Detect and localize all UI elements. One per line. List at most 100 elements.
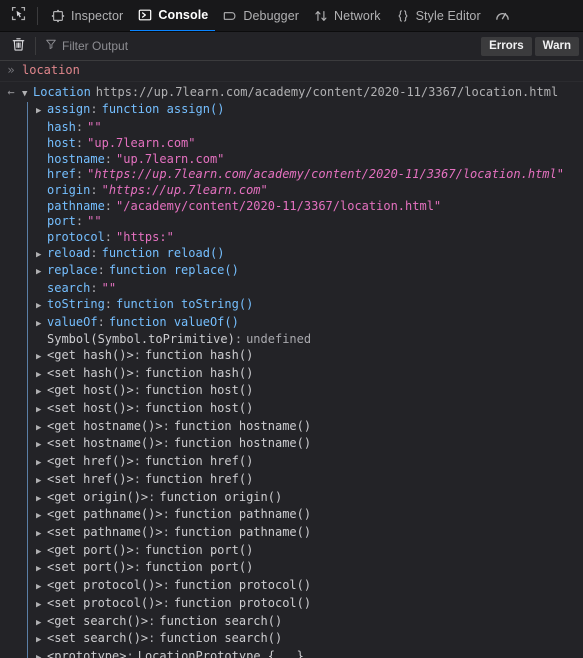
- property-colon: :: [97, 263, 105, 278]
- expand-twisty-icon[interactable]: ▶: [36, 598, 47, 614]
- property-key: <set host()>: [47, 401, 134, 416]
- expand-twisty-icon[interactable]: ▶: [36, 651, 47, 658]
- expand-twisty-icon[interactable]: ▶: [36, 403, 47, 419]
- property-key: href: [47, 167, 76, 182]
- property-key: search: [47, 281, 91, 296]
- element-picker-icon: [11, 6, 26, 26]
- expand-twisty-icon[interactable]: ▶: [36, 456, 47, 472]
- property-colon: :: [90, 102, 98, 117]
- property-value: function hostname(): [173, 436, 312, 451]
- expand-twisty-icon[interactable]: ▶: [36, 527, 47, 543]
- object-property-row[interactable]: ▶ <get protocol()>: function protocol(): [28, 578, 583, 596]
- object-property-row[interactable]: host: "up.7learn.com": [28, 136, 583, 152]
- object-property-row[interactable]: ▶ <set hostname()>: function hostname(): [28, 436, 583, 454]
- expand-twisty-icon[interactable]: ▶: [36, 350, 47, 366]
- object-property-row[interactable]: ▶ <set pathname()>: function pathname(): [28, 525, 583, 543]
- expand-twisty-icon[interactable]: ▶: [36, 265, 47, 281]
- object-property-row[interactable]: ▶ toString: function toString(): [28, 297, 583, 315]
- object-property-row[interactable]: ▶ <get port()>: function port(): [28, 543, 583, 561]
- expand-twisty-icon[interactable]: ▼: [22, 87, 33, 103]
- property-key: reload: [47, 245, 91, 260]
- property-value: function port(): [144, 542, 254, 557]
- tab-performance[interactable]: [488, 0, 523, 31]
- property-colon: :: [104, 230, 113, 245]
- property-key: host: [47, 135, 76, 150]
- object-property-row[interactable]: hostname: "up.7learn.com": [28, 152, 583, 168]
- property-key: assign: [47, 102, 91, 117]
- object-property-row[interactable]: ▶ <set search()>: function search(): [28, 631, 583, 649]
- object-property-row[interactable]: ▶ reload: function reload(): [28, 246, 583, 264]
- console-output[interactable]: » location ← ▼ Location https://up.7lear…: [0, 61, 583, 658]
- property-key: <get pathname()>: [47, 507, 163, 522]
- object-property-row[interactable]: ▶ <set href()>: function href(): [28, 472, 583, 490]
- property-key: <get host()>: [47, 383, 134, 398]
- expand-twisty-icon[interactable]: ▶: [36, 299, 47, 315]
- object-property-row[interactable]: Symbol(Symbol.toPrimitive): undefined: [28, 332, 583, 348]
- expand-twisty-icon[interactable]: ▶: [36, 580, 47, 596]
- object-property-row[interactable]: ▶ <set hash()>: function hash(): [28, 366, 583, 384]
- tab-network[interactable]: Network: [306, 0, 388, 31]
- property-value: "/academy/content/2020-11/3367/location.…: [116, 198, 442, 213]
- object-property-row[interactable]: protocol: "https:": [28, 230, 583, 246]
- object-property-row[interactable]: ▶ <get search()>: function search(): [28, 614, 583, 632]
- expand-twisty-icon[interactable]: ▶: [36, 509, 47, 525]
- property-colon: :: [90, 245, 98, 260]
- property-value: function replace(): [108, 263, 239, 278]
- object-property-row[interactable]: ▶ assign: function assign(): [28, 102, 583, 120]
- object-property-row[interactable]: ▶ <get pathname()>: function pathname(): [28, 507, 583, 525]
- element-picker-button[interactable]: [4, 3, 32, 29]
- object-property-row[interactable]: pathname: "/academy/content/2020-11/3367/…: [28, 199, 583, 215]
- object-property-row[interactable]: ▶ valueOf: function valueOf(): [28, 315, 583, 333]
- object-property-row[interactable]: href: "https://up.7learn.com/academy/cont…: [28, 167, 583, 183]
- object-property-row[interactable]: ▶ <get host()>: function host(): [28, 383, 583, 401]
- expand-twisty-icon[interactable]: ▶: [36, 385, 47, 401]
- expand-twisty-icon[interactable]: ▶: [36, 368, 47, 384]
- property-value: function pathname(): [173, 524, 312, 539]
- property-colon: :: [162, 578, 170, 593]
- property-key: <set hostname()>: [47, 436, 163, 451]
- tab-console[interactable]: Console: [130, 0, 216, 31]
- tab-console-label: Console: [158, 7, 209, 22]
- expand-twisty-icon[interactable]: ▶: [36, 317, 47, 333]
- object-property-row[interactable]: ▶ <get origin()>: function origin(): [28, 490, 583, 508]
- object-property-row[interactable]: ▶ <get href()>: function href(): [28, 454, 583, 472]
- filter-input[interactable]: Filter Output: [41, 36, 481, 57]
- expand-twisty-icon[interactable]: ▶: [36, 474, 47, 490]
- expand-twisty-icon[interactable]: ▶: [36, 492, 47, 508]
- filter-button-errors[interactable]: Errors: [481, 36, 532, 56]
- property-value[interactable]: "https://up.7learn.com/academy/content/2…: [83, 167, 564, 183]
- object-property-row[interactable]: ▶ <set host()>: function host(): [28, 401, 583, 419]
- command-prompt-icon: »: [7, 63, 15, 77]
- property-key: <get port()>: [47, 542, 134, 557]
- expand-twisty-icon[interactable]: ▶: [36, 421, 47, 437]
- filter-button-warnings[interactable]: Warn: [534, 36, 579, 56]
- object-property-row[interactable]: search: "": [28, 281, 583, 297]
- object-property-row[interactable]: hash: "": [28, 120, 583, 136]
- expand-twisty-icon[interactable]: ▶: [36, 438, 47, 454]
- tab-inspector[interactable]: Inspector: [43, 0, 130, 31]
- object-url[interactable]: https://up.7learn.com/academy/content/20…: [91, 85, 558, 101]
- property-value[interactable]: "https://up.7learn.com": [98, 183, 268, 199]
- property-key: valueOf: [47, 314, 98, 329]
- expand-twisty-icon[interactable]: ▶: [36, 545, 47, 561]
- expand-twisty-icon[interactable]: ▶: [36, 616, 47, 632]
- tab-debugger[interactable]: Debugger: [215, 0, 306, 31]
- object-property-row[interactable]: ▶ <get hostname()>: function hostname(): [28, 419, 583, 437]
- expand-twisty-icon[interactable]: ▶: [36, 104, 47, 120]
- object-property-row[interactable]: ▶ <set protocol()>: function protocol(): [28, 596, 583, 614]
- object-property-row[interactable]: origin: "https://up.7learn.com": [28, 183, 583, 199]
- object-property-row[interactable]: ▶ <get hash()>: function hash(): [28, 348, 583, 366]
- expand-twisty-icon[interactable]: ▶: [36, 248, 47, 264]
- object-root-row[interactable]: ▼ Location https://up.7learn.com/academy…: [22, 85, 583, 103]
- object-property-row[interactable]: ▶ <set port()>: function port(): [28, 560, 583, 578]
- property-value: function href(): [144, 471, 254, 486]
- expand-twisty-icon[interactable]: ▶: [36, 633, 47, 649]
- tab-style-editor[interactable]: Style Editor: [388, 0, 488, 31]
- property-colon: :: [162, 436, 170, 451]
- property-colon: :: [133, 365, 141, 380]
- clear-console-button[interactable]: [6, 35, 30, 57]
- object-property-row[interactable]: port: "": [28, 214, 583, 230]
- expand-twisty-icon[interactable]: ▶: [36, 562, 47, 578]
- object-property-row[interactable]: ▶ <prototype>: LocationPrototype { … }: [28, 649, 583, 658]
- object-property-row[interactable]: ▶ replace: function replace(): [28, 263, 583, 281]
